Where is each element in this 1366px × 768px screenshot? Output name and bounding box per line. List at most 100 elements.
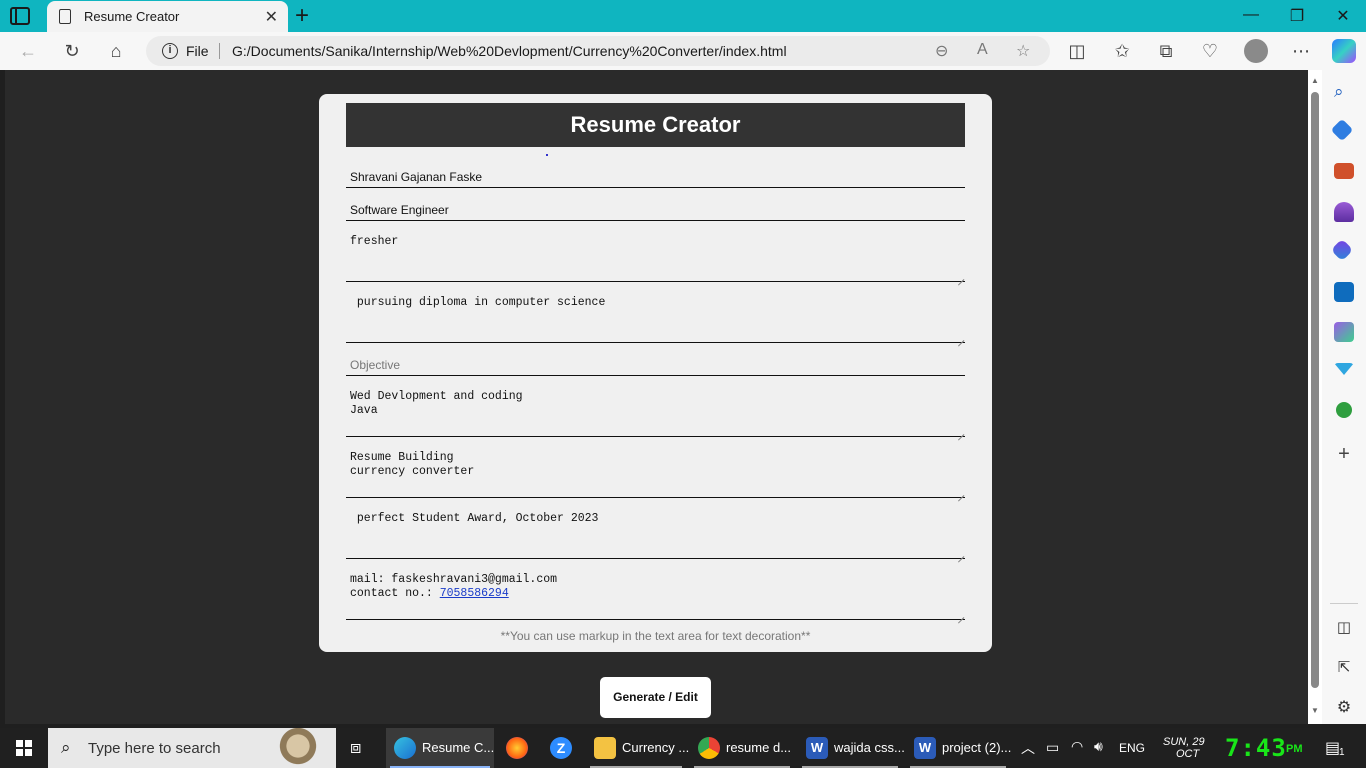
phone-link[interactable]: 7058586294	[440, 587, 509, 600]
word-icon: W	[914, 737, 936, 759]
home-icon[interactable]: ⌂	[105, 40, 127, 62]
favorite-star-icon[interactable]: ☆	[1016, 41, 1030, 61]
task-view-icon[interactable]: ⧈	[350, 737, 361, 758]
language-indicator[interactable]: ENG	[1119, 741, 1145, 755]
taskbar-app-label: Resume C...	[422, 740, 495, 755]
close-window-icon[interactable]: ✕	[1328, 6, 1358, 26]
add-icon[interactable]: +	[1334, 444, 1354, 464]
more-menu-icon[interactable]: ⋯	[1290, 40, 1312, 62]
education-textarea[interactable]: pursuing diploma in computer science	[346, 289, 965, 343]
objective-placeholder: Objective	[350, 358, 401, 372]
refresh-icon[interactable]: ↻	[61, 40, 83, 62]
tray-expand-icon[interactable]: ︿	[1021, 738, 1035, 758]
edge-sidebar: ⌕ + ◫ ⇱ ⚙	[1322, 70, 1366, 724]
generate-edit-button[interactable]: Generate / Edit	[600, 677, 711, 718]
zoom-icon: Z	[550, 737, 572, 759]
contact-prefix: contact no.:	[350, 587, 440, 600]
url-scheme-label: File	[186, 43, 209, 59]
tools-briefcase-icon[interactable]	[1334, 163, 1354, 179]
taskbar-app-firefox[interactable]	[498, 728, 538, 768]
search-placeholder: Type here to search	[88, 740, 221, 757]
collections-icon[interactable]: ⧉	[1155, 40, 1177, 62]
resize-handle-icon[interactable]	[957, 427, 965, 435]
chrome-icon	[698, 737, 720, 759]
folder-icon	[594, 737, 616, 759]
favorites-icon[interactable]: ✩	[1111, 40, 1133, 62]
resize-handle-icon[interactable]	[957, 333, 965, 341]
copilot-icon[interactable]	[1332, 39, 1356, 63]
browser-tab[interactable]: Resume Creator ✕	[47, 1, 288, 32]
taskbar-app-label: wajida css...	[834, 740, 905, 755]
sidebar-toggle-icon[interactable]: ◫	[1334, 618, 1354, 638]
outlook-icon[interactable]	[1334, 282, 1354, 302]
page-scrollbar[interactable]: ▲ ▼	[1308, 70, 1322, 724]
profile-avatar-icon[interactable]	[1244, 39, 1268, 63]
edge-icon	[394, 737, 416, 759]
shopping-tag-icon[interactable]	[1330, 118, 1354, 142]
open-external-icon[interactable]: ⇱	[1334, 658, 1354, 678]
zoom-out-icon[interactable]: ⊖	[935, 41, 948, 61]
job-title-input[interactable]: Software Engineer	[346, 195, 965, 221]
skills-line: Java	[350, 404, 378, 417]
taskbar-app-word-2[interactable]: W project (2)...	[906, 728, 1011, 768]
taskbar-app-word-1[interactable]: W wajida css...	[798, 728, 905, 768]
achievements-textarea[interactable]: perfect Student Award, October 2023	[346, 505, 965, 559]
achievements-value: perfect Student Award, October 2023	[350, 512, 599, 525]
wifi-icon[interactable]: ◠	[1071, 738, 1083, 755]
close-tab-icon[interactable]: ✕	[265, 7, 278, 27]
contact-phone-line: contact no.: 7058586294	[350, 587, 509, 601]
objective-input[interactable]: Objective	[346, 350, 965, 376]
settings-gear-icon[interactable]: ⚙	[1334, 697, 1354, 717]
document-icon	[59, 9, 71, 24]
address-bar[interactable]: i File G:/Documents/Sanika/Internship/We…	[146, 36, 1050, 66]
projects-line: currency converter	[350, 465, 475, 478]
clock-time[interactable]: 7:43	[1225, 734, 1287, 762]
skills-textarea[interactable]: Wed Devlopment and coding Java	[346, 383, 965, 437]
notification-icon[interactable]: ▤	[1325, 738, 1340, 758]
notification-count: 1	[1339, 747, 1345, 758]
name-value: Shravani Gajanan Faske	[350, 170, 483, 184]
games-icon[interactable]	[1334, 202, 1354, 222]
experience-textarea[interactable]: fresher	[346, 228, 965, 282]
windows-start-icon[interactable]	[16, 740, 32, 756]
address-separator	[219, 43, 220, 59]
info-icon[interactable]: i	[162, 43, 178, 59]
projects-textarea[interactable]: Resume Building currency converter	[346, 444, 965, 498]
taskbar-app-label: Currency ...	[622, 740, 690, 755]
taskbar-search-box[interactable]: ⌕ Type here to search	[48, 728, 336, 768]
search-icon[interactable]: ⌕	[1334, 82, 1354, 102]
read-aloud-icon[interactable]: A	[977, 41, 988, 59]
microsoft-365-icon[interactable]	[1330, 238, 1354, 262]
new-tab-icon[interactable]: +	[295, 2, 309, 30]
education-value: pursuing diploma in computer science	[350, 296, 606, 309]
split-screen-icon[interactable]: ◫	[1066, 40, 1088, 62]
designer-icon[interactable]	[1334, 322, 1354, 342]
page-header: Resume Creator	[346, 103, 965, 147]
taskbar-app-chrome[interactable]: resume d...	[690, 728, 794, 768]
url-text[interactable]: G:/Documents/Sanika/Internship/Web%20Dev…	[232, 43, 787, 59]
scroll-up-icon[interactable]: ▲	[1311, 76, 1319, 85]
performance-icon[interactable]: ♡	[1199, 40, 1221, 62]
resize-handle-icon[interactable]	[957, 549, 965, 557]
resize-handle-icon[interactable]	[957, 610, 965, 618]
back-icon[interactable]: ←	[17, 40, 39, 62]
battery-icon[interactable]: ▭	[1046, 739, 1059, 756]
volume-icon[interactable]: 🔊︎	[1094, 738, 1103, 755]
resume-form-card: Resume Creator Shravani Gajanan Faske So…	[319, 94, 992, 652]
taskbar-app-zoom[interactable]: Z	[542, 728, 582, 768]
drop-icon[interactable]	[1334, 363, 1354, 375]
resize-handle-icon[interactable]	[957, 272, 965, 280]
minimize-icon[interactable]: —	[1236, 6, 1266, 24]
stray-dot	[546, 154, 548, 156]
taskbar-app-explorer[interactable]: Currency ...	[586, 728, 690, 768]
resize-handle-icon[interactable]	[957, 488, 965, 496]
clock-ampm: PM	[1286, 743, 1303, 755]
name-input[interactable]: Shravani Gajanan Faske	[346, 162, 965, 188]
scroll-thumb[interactable]	[1311, 92, 1319, 688]
restore-icon[interactable]: ❐	[1282, 6, 1312, 26]
scroll-down-icon[interactable]: ▼	[1311, 706, 1319, 715]
tab-actions-icon[interactable]	[10, 7, 30, 25]
taskbar-app-edge[interactable]: Resume C...	[386, 728, 494, 768]
tree-icon[interactable]	[1336, 402, 1352, 418]
contact-textarea[interactable]: mail: faskeshravani3@gmail.com contact n…	[346, 566, 965, 620]
